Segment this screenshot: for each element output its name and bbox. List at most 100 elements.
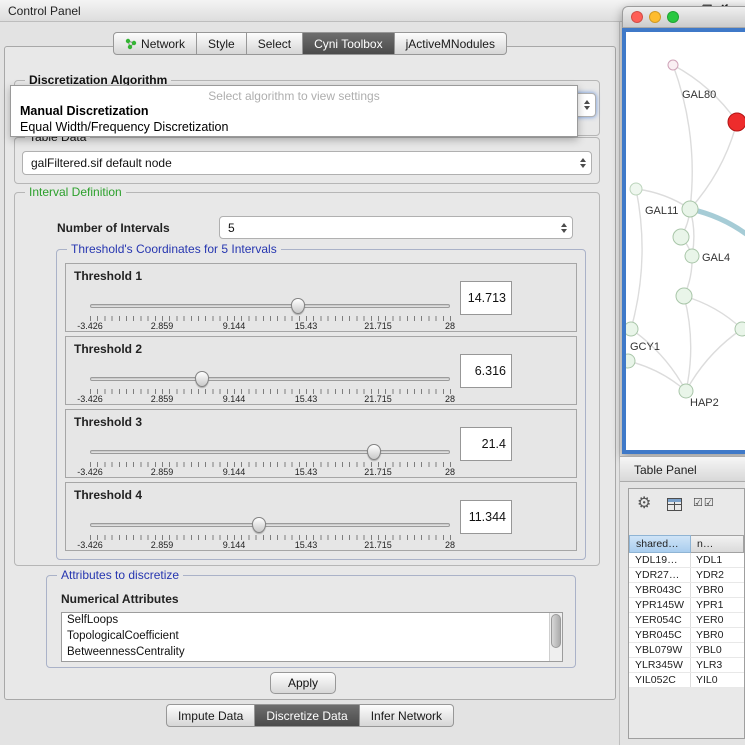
column-header-shared-name[interactable]: shared… (629, 535, 691, 553)
network-node[interactable] (676, 288, 692, 304)
gear-icon[interactable]: ⚙ (637, 493, 651, 513)
tab-label: Network (141, 37, 185, 51)
table-row[interactable]: YDR27…YDR2 (629, 568, 744, 583)
slider-tick-labels: -3.4262.8599.14415.4321.71528 (90, 540, 450, 550)
threshold-box: Threshold 1-3.4262.8599.14415.4321.71528… (65, 263, 577, 332)
table-cell: YBL079W (629, 643, 691, 657)
threshold-slider[interactable] (90, 298, 450, 314)
tab-label: Style (208, 37, 235, 51)
network-node[interactable] (626, 322, 638, 336)
slider-track[interactable] (90, 523, 450, 527)
table-row[interactable]: YBL079WYBL0 (629, 643, 744, 658)
slider-thumb[interactable] (195, 371, 209, 387)
slider-thumb[interactable] (291, 298, 305, 314)
table-panel-title: Table Panel (634, 463, 697, 477)
threshold-box: Threshold 2-3.4262.8599.14415.4321.71528… (65, 336, 577, 405)
network-node[interactable] (728, 113, 745, 131)
combo-stepper-icon (561, 223, 567, 233)
slider-thumb[interactable] (367, 444, 381, 460)
table-cell: YLR345W (629, 658, 691, 672)
algorithm-dropdown-popup: Select algorithm to view settings Manual… (10, 85, 578, 137)
table-panel-header: Table Panel (620, 456, 745, 482)
table-row[interactable]: YER054CYER0 (629, 613, 744, 628)
attribute-list-item[interactable]: TopologicalCoefficient (62, 629, 562, 645)
network-node[interactable] (673, 229, 689, 245)
node-label: GAL80 (682, 89, 716, 101)
table-cell: YER054C (629, 613, 691, 627)
threshold-label: Threshold 4 (74, 488, 142, 502)
tick-label: 15.43 (295, 321, 318, 331)
network-node[interactable] (626, 354, 635, 368)
table-row[interactable]: YBR045CYBR0 (629, 628, 744, 643)
network-node[interactable] (668, 60, 678, 70)
number-of-intervals-value: 5 (228, 221, 235, 235)
table-cell: YLR3 (691, 658, 744, 672)
tab-network[interactable]: Network (113, 32, 197, 55)
threshold-list: Threshold 1-3.4262.8599.14415.4321.71528… (57, 263, 585, 555)
attribute-items: SelfLoopsTopologicalCoefficientBetweenne… (62, 613, 562, 661)
attribute-list-item[interactable]: BetweennessCentrality (62, 645, 562, 661)
node-label: GAL4 (702, 252, 730, 264)
network-view-window: GAL80GAL11GAL4GCY1HAP2 (622, 6, 745, 454)
network-node[interactable] (630, 183, 642, 195)
table-cell: YER0 (691, 613, 744, 627)
attribute-list-item[interactable]: SelfLoops (62, 613, 562, 629)
threshold-value-field[interactable]: 21.4 (460, 427, 512, 461)
zoom-window-icon[interactable] (667, 11, 679, 23)
slider-thumb[interactable] (252, 517, 266, 533)
tick-label: 9.144 (223, 394, 246, 404)
threshold-slider[interactable] (90, 517, 450, 533)
network-node[interactable] (682, 201, 698, 217)
select-columns-icon[interactable]: ☑☑ (693, 496, 715, 509)
table-row[interactable]: YDL19…YDL1 (629, 553, 744, 568)
slider-track[interactable] (90, 304, 450, 308)
slider-track[interactable] (90, 450, 450, 454)
threshold-slider[interactable] (90, 371, 450, 387)
number-of-intervals-combobox[interactable]: 5 (219, 216, 573, 239)
minimize-window-icon[interactable] (649, 11, 661, 23)
threshold-slider[interactable] (90, 444, 450, 460)
table-row[interactable]: YBR043CYBR0 (629, 583, 744, 598)
tab-cyni-toolbox[interactable]: Cyni Toolbox (303, 32, 394, 55)
table-data-combobox[interactable]: galFiltered.sif default node (22, 151, 592, 175)
network-window-titlebar[interactable] (622, 6, 745, 28)
tab-infer-network[interactable]: Infer Network (360, 704, 454, 727)
tab-discretize-data[interactable]: Discretize Data (255, 704, 359, 727)
bottom-tab-bar: Impute Data Discretize Data Infer Network (0, 704, 620, 727)
thresholds-group: Threshold's Coordinates for 5 Intervals … (56, 249, 586, 560)
tab-impute-data[interactable]: Impute Data (166, 704, 255, 727)
tab-style[interactable]: Style (197, 32, 247, 55)
threshold-value-field[interactable]: 14.713 (460, 281, 512, 315)
network-node[interactable] (679, 384, 693, 398)
tick-label: 28 (445, 540, 455, 550)
column-header-name[interactable]: n… (691, 535, 744, 553)
scrollbar-thumb[interactable] (551, 614, 561, 648)
table-row[interactable]: YPR145WYPR1 (629, 598, 744, 613)
attributes-scrollbar[interactable] (549, 613, 562, 661)
attributes-group-title: Attributes to discretize (57, 568, 183, 582)
threshold-value-field[interactable]: 6.316 (460, 354, 512, 388)
table-row[interactable]: YLR345WYLR3 (629, 658, 744, 673)
tab-label: Discretize Data (266, 709, 347, 723)
table-rows: YDL19…YDL1YDR27…YDR2YBR043CYBR0YPR145WYP… (629, 553, 744, 688)
tick-label: 21.715 (364, 394, 392, 404)
threshold-value-field[interactable]: 11.344 (460, 500, 512, 534)
network-canvas[interactable]: GAL80GAL11GAL4GCY1HAP2 (626, 32, 745, 450)
tab-jactivemnodules[interactable]: jActiveMNodules (395, 32, 507, 55)
network-node[interactable] (685, 249, 699, 263)
tab-select[interactable]: Select (247, 32, 303, 55)
dropdown-option-manual-discretization[interactable]: Manual Discretization (11, 104, 577, 120)
close-window-icon[interactable] (631, 11, 643, 23)
slider-tick-labels: -3.4262.8599.14415.4321.71528 (90, 321, 450, 331)
network-edge (690, 122, 737, 209)
table-cell: YDR27… (629, 568, 691, 582)
table-columns-icon[interactable] (667, 498, 682, 511)
apply-button[interactable]: Apply (270, 672, 336, 694)
dropdown-option-equal-width-frequency[interactable]: Equal Width/Frequency Discretization (11, 120, 577, 136)
control-panel: Network Style Select Cyni Toolbox jActiveMNo… (0, 22, 620, 745)
network-node[interactable] (735, 322, 745, 336)
slider-track[interactable] (90, 377, 450, 381)
table-row[interactable]: YIL052CYIL0 (629, 673, 744, 688)
tab-label: Cyni Toolbox (314, 37, 382, 51)
tick-label: 2.859 (151, 540, 174, 550)
